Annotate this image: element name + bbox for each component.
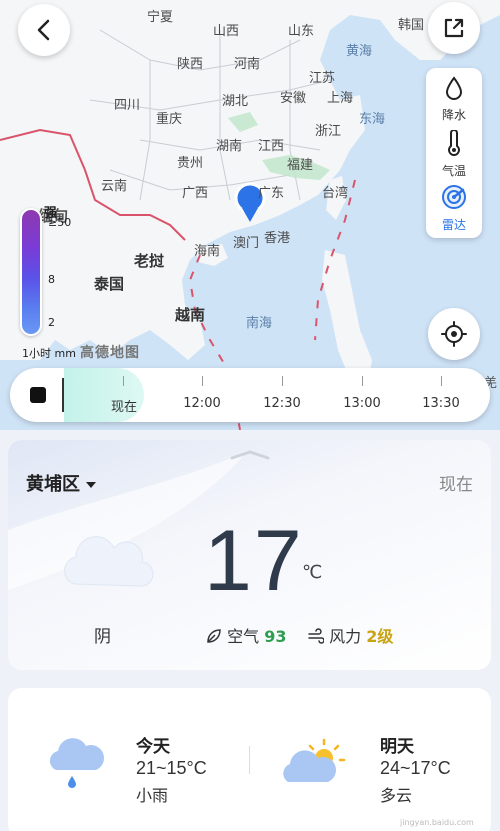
stop-icon[interactable]	[30, 387, 46, 403]
wind-icon	[308, 628, 325, 644]
layer-precipitation[interactable]: 降水	[426, 76, 482, 123]
map-label-anhui: 安徽	[280, 91, 307, 106]
precipitation-legend: 强 ≥50 8 2 1小时 mm	[14, 200, 94, 360]
legend-color-bar	[20, 208, 42, 336]
map-label-sichuan: 四川	[114, 98, 141, 113]
droplet-icon	[445, 76, 463, 100]
map-label-hongkong: 香港	[264, 231, 291, 246]
map-label-shanxi: 山西	[213, 24, 240, 39]
now-label: 现在	[439, 475, 473, 495]
map-label-guangdong: 广东	[258, 186, 285, 201]
share-icon	[444, 18, 464, 38]
district-selector[interactable]: 黄埔区	[26, 470, 96, 496]
timeline-tick	[282, 376, 283, 386]
map-label-nanhai: 南海	[246, 316, 273, 331]
temperature-unit: ℃	[302, 562, 323, 583]
map-label-macau: 澳门	[233, 236, 260, 251]
locate-button[interactable]	[428, 308, 480, 360]
wind-level[interactable]: 风力 2级	[308, 623, 393, 647]
map-label-thailand: 泰国	[94, 275, 125, 293]
chevron-left-icon	[37, 19, 50, 41]
map-label-jiangxi: 江西	[258, 139, 285, 154]
map-label-korea: 韩国	[398, 18, 425, 33]
forecast-day-label: 今天	[136, 737, 170, 757]
leaf-icon	[207, 629, 221, 643]
map-label-fujian: 福建	[287, 158, 314, 173]
map-label-yunnan: 云南	[101, 179, 128, 194]
current-weather-card: 黄埔区 现在 17 ℃ 阴 空气 93 风力 2级	[8, 440, 491, 670]
forecast-condition: 小雨	[136, 786, 169, 805]
watermark: jingyan.baidu.com	[400, 818, 474, 827]
map-label-ningxia: 宁夏	[147, 10, 174, 25]
map-label-jiangsu: 江苏	[309, 71, 336, 86]
wind-label: 风力	[329, 627, 362, 646]
map-label-hainan: 海南	[194, 244, 221, 259]
forecast-range: 24~17°C	[380, 758, 451, 778]
timeline-tick	[123, 376, 124, 386]
layer-temperature[interactable]: 气温	[426, 129, 482, 179]
map-label-vietnam: 越南	[175, 306, 206, 324]
timeline-label[interactable]: 13:00	[343, 396, 380, 411]
legend-tick-high: ≥50	[48, 216, 72, 229]
timeline-label[interactable]: 12:00	[183, 396, 220, 411]
thermometer-icon	[448, 129, 460, 156]
back-button[interactable]	[18, 4, 70, 56]
crosshair-icon	[441, 321, 467, 347]
map-label-shanghai: 上海	[327, 91, 354, 106]
radar-timeline[interactable]: 现在 12:00 12:30 13:00 13:30	[10, 368, 490, 422]
timeline-label[interactable]: 13:30	[422, 396, 459, 411]
layer-radar[interactable]: 雷达	[426, 184, 482, 233]
layer-label: 雷达	[441, 218, 466, 232]
timeline-label[interactable]: 12:30	[263, 396, 300, 411]
air-label: 空气	[227, 627, 260, 646]
legend-tick-low: 2	[48, 316, 55, 329]
cloud-icon	[64, 536, 154, 587]
map-label-guangxi: 广西	[182, 186, 209, 201]
map-label-donghai: 东海	[359, 112, 386, 127]
timeline-cursor[interactable]	[62, 378, 64, 412]
current-temperature: 17	[204, 513, 304, 609]
map-label-taiwan: 台湾	[322, 186, 349, 201]
forecast-range: 21~15°C	[136, 758, 207, 778]
wind-value: 2级	[366, 627, 394, 646]
rain-cloud-icon	[49, 738, 104, 788]
timeline-tick	[362, 376, 363, 386]
timeline-tick	[441, 376, 442, 386]
partly-cloudy-icon	[283, 738, 346, 782]
timeline-tick	[202, 376, 203, 386]
map-label-chongqing: 重庆	[156, 112, 183, 127]
forecast-divider	[249, 746, 250, 774]
forecast-card: 今天 21~15°C 小雨 明天 24~17°C 多云	[8, 688, 491, 831]
timeline-label-now[interactable]: 现在	[111, 396, 137, 415]
district-name: 黄埔区	[26, 474, 80, 495]
amap-logo: 高德地图	[80, 345, 140, 361]
forecast-day-label: 明天	[380, 737, 414, 757]
map-label-hunan: 湖南	[216, 139, 243, 154]
share-button[interactable]	[428, 2, 480, 54]
map-label-laos: 老挝	[134, 252, 165, 270]
map-label-hubei: 湖北	[222, 94, 249, 109]
air-quality[interactable]: 空气 93	[206, 623, 286, 647]
map-label-zhejiang: 浙江	[315, 124, 342, 139]
map-label-huanghai: 黄海	[346, 44, 373, 59]
map-label-guizhou: 贵州	[177, 156, 204, 171]
legend-tick-mid: 8	[48, 273, 55, 286]
current-condition: 阴	[94, 627, 111, 647]
layer-label: 降水	[441, 108, 466, 122]
air-value: 93	[264, 627, 287, 646]
layer-label: 气温	[441, 164, 466, 178]
sheet-handle[interactable]	[228, 448, 272, 462]
map-label-shaanxi: 陕西	[177, 57, 204, 72]
map-label-henan: 河南	[234, 57, 261, 72]
map-label-shandong: 山东	[288, 24, 315, 39]
layer-panel: 降水 气温 雷达	[426, 68, 482, 238]
forecast-condition: 多云	[380, 786, 413, 805]
legend-unit: 1小时 mm	[22, 347, 76, 360]
caret-down-icon	[86, 482, 96, 488]
radar-icon	[442, 185, 466, 209]
